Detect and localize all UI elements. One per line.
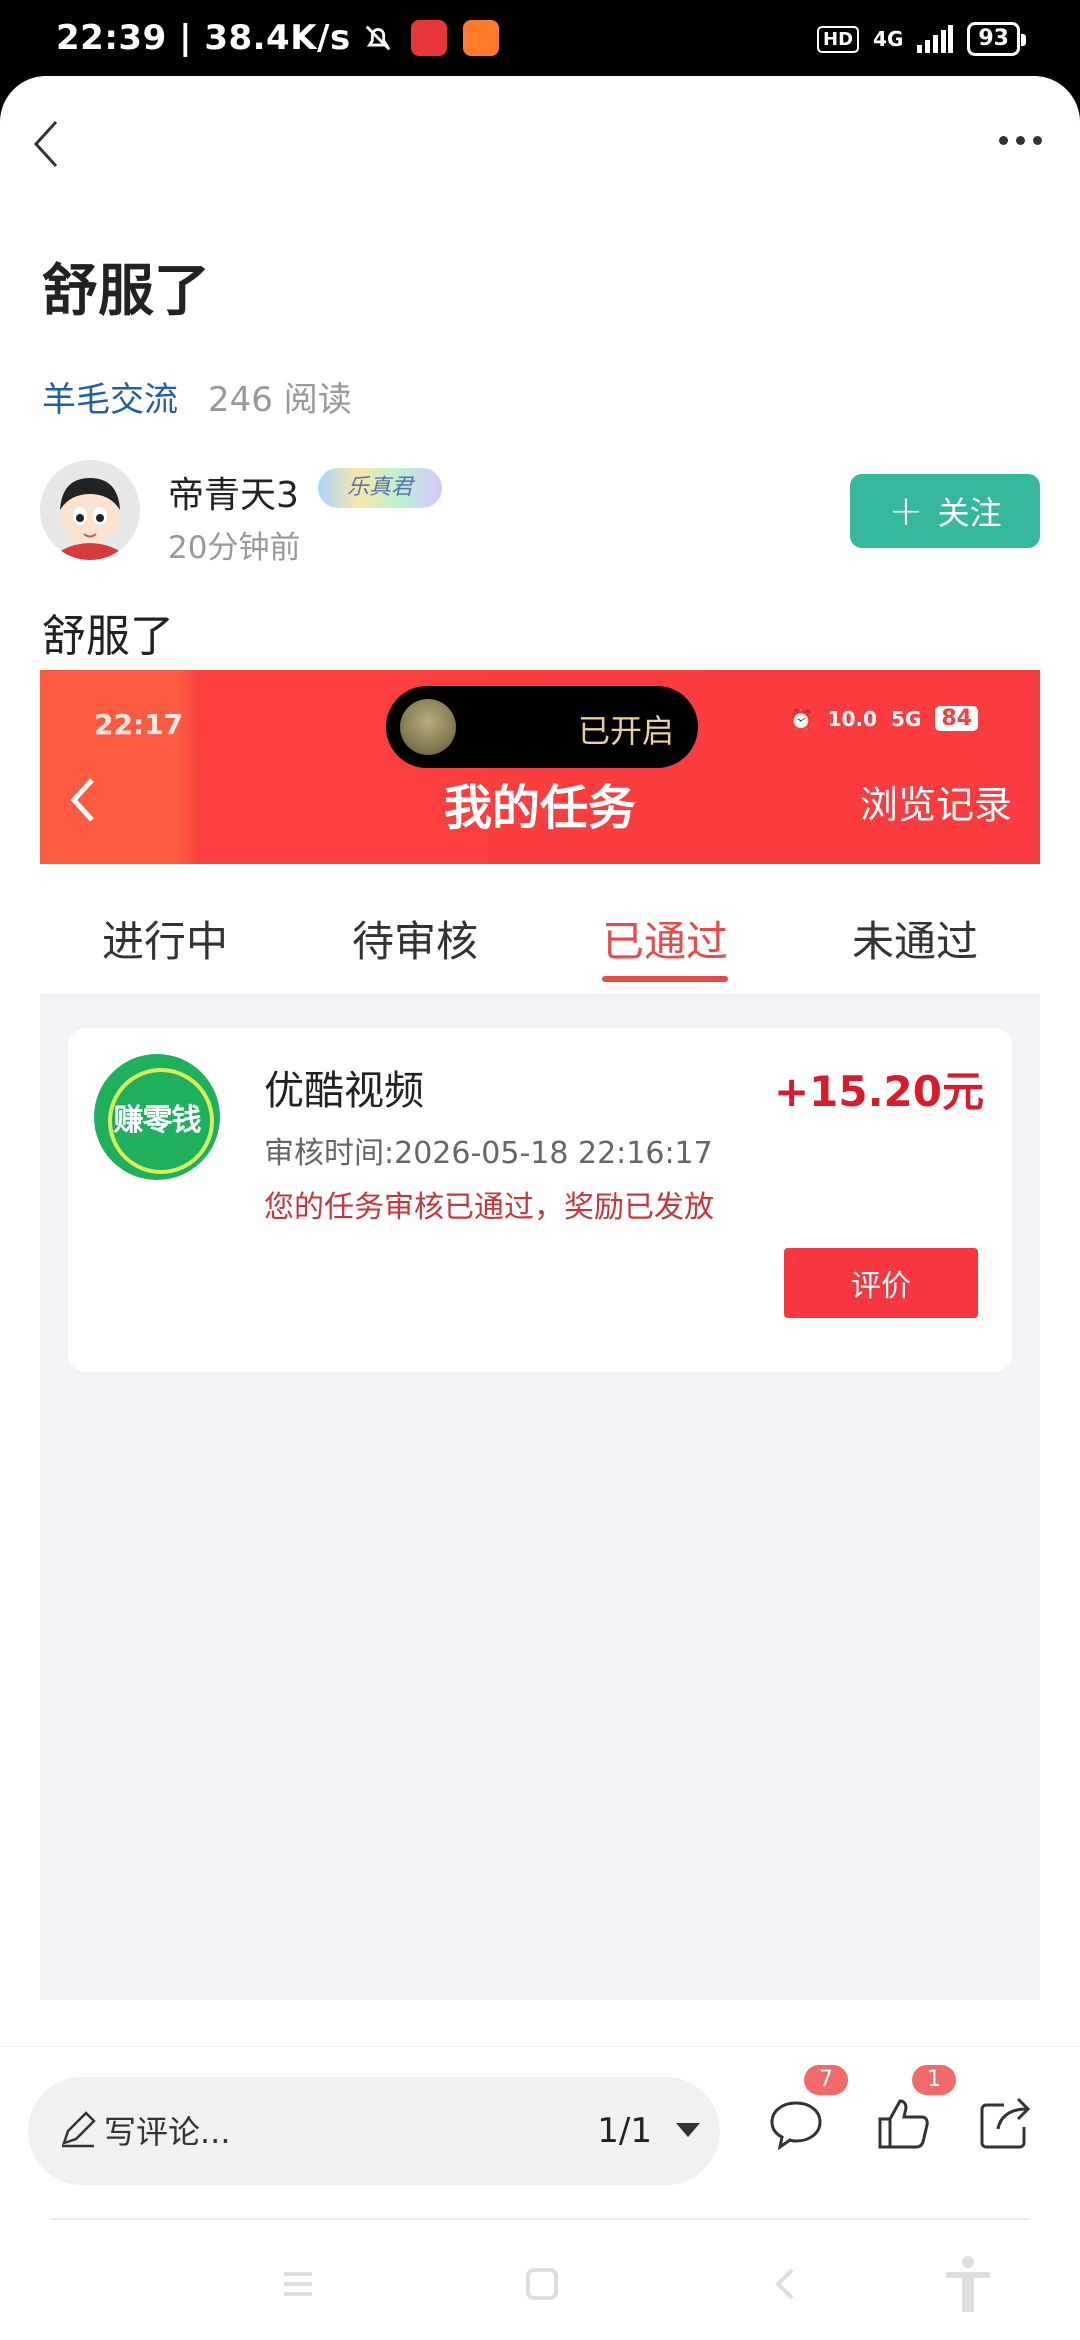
status-bar: 22:39 | 38.4K/s HD 4G 93 (0, 0, 1080, 80)
post-title: 舒服了 (42, 259, 210, 324)
nav-back-icon[interactable] (766, 2264, 806, 2304)
comment-input[interactable]: 写评论... 1/1 (28, 2077, 720, 2185)
post-page: 舒服了 羊毛交流 246 阅读 帝青天3 乐真君 20分钟前 + 关注 舒服了 … (0, 76, 1080, 2340)
task-status: 您的任务审核已通过，奖励已发放 (264, 1190, 714, 1225)
forum-link[interactable]: 羊毛交流 (42, 372, 178, 421)
follow-button[interactable]: + 关注 (850, 474, 1040, 548)
screenshot-speed: 10.0 (827, 706, 878, 731)
network-label: 4G (873, 27, 904, 51)
task-app-logo: 赚零钱 (94, 1054, 220, 1180)
system-nav-bar (0, 2216, 1080, 2340)
comments-count-badge: 7 (804, 2065, 848, 2095)
task-amount: +15.20元 (773, 1067, 984, 1116)
app-notification-icon (410, 20, 447, 56)
screenshot-tabs: 进行中 待审核 已通过 未通过 (40, 864, 1040, 994)
screenshot-battery: 84 (935, 706, 978, 731)
page-dropdown-icon[interactable] (676, 2123, 700, 2137)
status-right: HD 4G 93 (817, 22, 1026, 56)
plus-icon: + (888, 486, 924, 535)
hd-icon: HD (817, 25, 860, 53)
avatar-cartoon-icon (60, 478, 120, 560)
thumbs-up-icon (878, 2099, 929, 2149)
bottom-action-bar: 写评论... 1/1 7 1 (0, 2046, 1080, 2206)
post-time: 20分钟前 (168, 530, 301, 566)
screenshot-header: 22:17 已开启 ⏰ 10.0 5G 84 我的任务 浏览记录 (40, 670, 1040, 864)
shop-notification-icon (462, 20, 499, 56)
share-button[interactable] (978, 2095, 1034, 2151)
bell-muted-icon (365, 25, 391, 51)
screenshot-status-right: ⏰ 10.0 5G 84 (789, 706, 978, 731)
comment-placeholder: 写评论... (104, 2113, 231, 2151)
tab-rejected: 未通过 (851, 917, 978, 966)
home-icon[interactable] (522, 2264, 562, 2304)
post-meta: 羊毛交流 246 阅读 (42, 372, 352, 421)
top-nav (0, 76, 1080, 206)
battery-icon: 93 (967, 22, 1026, 56)
follow-label: 关注 (937, 494, 1002, 532)
screenshot-network: 5G (891, 706, 922, 731)
post-body: 舒服了 (42, 611, 174, 662)
comments-button[interactable]: 7 (768, 2065, 848, 2151)
flashlight-status: 已开启 (577, 712, 674, 750)
screenshot-status-time: 22:17 (94, 708, 184, 741)
accessibility-icon[interactable] (942, 2254, 994, 2314)
tab-pending-review: 待审核 (351, 917, 478, 966)
flashlight-icon (400, 699, 456, 755)
embedded-screenshot[interactable]: 22:17 已开启 ⏰ 10.0 5G 84 我的任务 浏览记录 进行中 待审核… (40, 670, 1040, 2000)
flashlight-pill: 已开启 (386, 686, 698, 768)
author-name[interactable]: 帝青天3 (168, 466, 299, 518)
more-dots-icon[interactable] (999, 136, 1042, 145)
back-chevron-icon[interactable] (26, 114, 66, 174)
status-left: 22:39 | 38.4K/s (56, 18, 499, 58)
rate-button: 评价 (784, 1248, 978, 1318)
menu-icon[interactable] (278, 2264, 318, 2304)
page-indicator[interactable]: 1/1 (597, 2111, 652, 2151)
like-button[interactable]: 1 (876, 2065, 956, 2151)
signal-icon (917, 25, 954, 53)
divider (50, 2218, 1030, 2220)
task-card: 赚零钱 优酷视频 +15.20元 审核时间:2026-05-18 22:16:1… (68, 1028, 1012, 1372)
likes-count-badge: 1 (912, 2065, 956, 2095)
tab-approved: 已通过 (540, 864, 790, 994)
avatar[interactable] (40, 460, 140, 560)
author-badge: 乐真君 (318, 468, 442, 508)
share-icon (980, 2097, 1031, 2149)
pen-icon (62, 2111, 96, 2148)
read-count: 246 阅读 (208, 380, 352, 420)
status-time-speed: 22:39 | 38.4K/s (56, 18, 351, 58)
task-review-time: 审核时间:2026-05-18 22:16:17 (264, 1136, 713, 1171)
author-row: 帝青天3 乐真君 20分钟前 + 关注 (40, 460, 1040, 570)
screenshot-history: 浏览记录 (859, 783, 1012, 827)
alarm-icon: ⏰ (788, 706, 814, 731)
task-name: 优酷视频 (264, 1068, 424, 1114)
comment-bubble-icon (770, 2101, 822, 2151)
tab-in-progress: 进行中 (101, 917, 228, 966)
